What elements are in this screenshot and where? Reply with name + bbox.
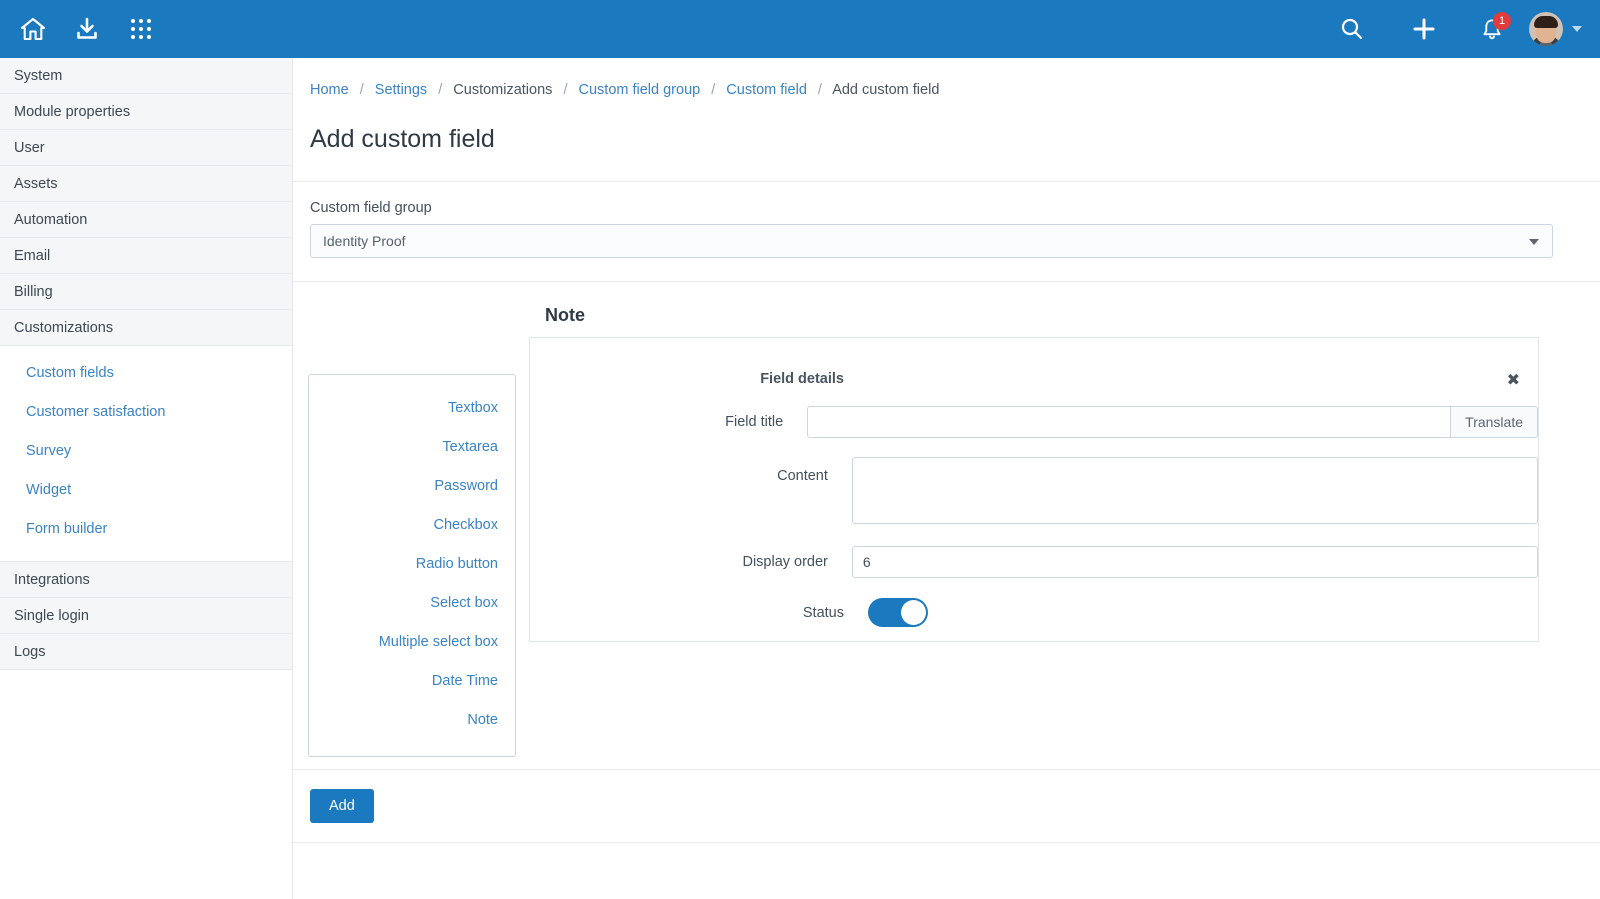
display-order-row: Display order <box>530 546 1538 578</box>
field-title-input[interactable] <box>807 406 1452 438</box>
close-icon[interactable]: ✖ <box>1507 373 1520 389</box>
sidebar: System Module properties User Assets Aut… <box>0 58 293 899</box>
field-type-radio-button[interactable]: Radio button <box>309 545 515 584</box>
toggle-knob <box>901 600 926 625</box>
field-type-textbox[interactable]: Textbox <box>309 389 515 428</box>
field-title-input-group: Translate <box>807 406 1538 438</box>
content-textarea[interactable] <box>851 457 1538 524</box>
breadcrumb-settings[interactable]: Settings <box>375 82 427 98</box>
custom-field-group-value: Identity Proof <box>323 233 406 249</box>
footer-actions: Add <box>293 770 1600 823</box>
main-content: Home / Settings / Customizations / Custo… <box>293 58 1600 899</box>
search-icon[interactable] <box>1325 0 1379 58</box>
apps-grid-icon[interactable] <box>114 0 168 58</box>
download-icon[interactable] <box>60 0 114 58</box>
status-label: Status <box>802 605 844 621</box>
sidebar-item-assets[interactable]: Assets <box>0 166 292 202</box>
chevron-down-icon <box>1529 239 1539 245</box>
field-title-row: Field title Translate <box>530 406 1538 438</box>
breadcrumb-separator: / <box>817 82 822 98</box>
status-row: Status <box>530 598 1538 627</box>
breadcrumb: Home / Settings / Customizations / Custo… <box>293 58 1600 98</box>
field-type-list: Textbox Textarea Password Checkbox Radio… <box>308 374 516 757</box>
sidebar-item-user[interactable]: User <box>0 130 292 166</box>
custom-field-group-label: Custom field group <box>310 200 432 216</box>
sidebar-item-integrations[interactable]: Integrations <box>0 562 292 598</box>
sidebar-item-single-login[interactable]: Single login <box>0 598 292 634</box>
sidebar-item-survey[interactable]: Survey <box>0 432 292 471</box>
breadcrumb-separator: / <box>438 82 443 98</box>
field-type-textarea[interactable]: Textarea <box>309 428 515 467</box>
translate-button[interactable]: Translate <box>1451 406 1538 438</box>
display-order-label: Display order <box>742 554 828 570</box>
sidebar-item-customizations[interactable]: Customizations <box>0 310 292 346</box>
note-panel: ✖ Field details Field title Translate Co… <box>529 337 1539 642</box>
plus-icon[interactable] <box>1397 0 1451 58</box>
sidebar-item-form-builder[interactable]: Form builder <box>0 510 292 549</box>
user-menu[interactable] <box>1529 12 1582 46</box>
breadcrumb-separator: / <box>711 82 716 98</box>
sidebar-item-custom-fields[interactable]: Custom fields <box>0 354 292 393</box>
divider <box>293 842 1600 843</box>
breadcrumb-separator: / <box>359 82 364 98</box>
breadcrumb-current: Add custom field <box>832 82 940 98</box>
sidebar-item-logs[interactable]: Logs <box>0 634 292 670</box>
custom-field-group-select[interactable]: Identity Proof <box>310 224 1553 258</box>
field-title-label: Field title <box>725 414 784 430</box>
sidebar-item-billing[interactable]: Billing <box>0 274 292 310</box>
topbar-left-icons <box>0 0 168 58</box>
notification-badge: 1 <box>1493 12 1511 30</box>
breadcrumb-custom-field-group[interactable]: Custom field group <box>579 82 701 98</box>
breadcrumb-customizations: Customizations <box>453 82 553 98</box>
home-icon[interactable] <box>6 0 60 58</box>
field-details-label: Field details <box>760 371 844 387</box>
page-title: Add custom field <box>310 125 495 153</box>
add-button[interactable]: Add <box>310 789 374 823</box>
sidebar-item-customer-satisfaction[interactable]: Customer satisfaction <box>0 393 292 432</box>
sidebar-submenu-customizations: Custom fields Customer satisfaction Surv… <box>0 346 292 562</box>
field-type-password[interactable]: Password <box>309 467 515 506</box>
field-type-checkbox[interactable]: Checkbox <box>309 506 515 545</box>
note-panel-heading: Note <box>545 305 585 325</box>
sidebar-item-module-properties[interactable]: Module properties <box>0 94 292 130</box>
field-details-row: Field details <box>530 371 1538 387</box>
status-toggle[interactable] <box>868 598 928 627</box>
notifications-button[interactable]: 1 <box>1469 0 1515 58</box>
breadcrumb-home[interactable]: Home <box>310 82 349 98</box>
avatar <box>1529 12 1563 46</box>
breadcrumb-separator: / <box>563 82 568 98</box>
sidebar-item-automation[interactable]: Automation <box>0 202 292 238</box>
custom-field-group-block: Custom field group Identity Proof <box>293 182 1600 258</box>
top-navigation-bar: 1 <box>0 0 1600 58</box>
sidebar-item-system[interactable]: System <box>0 58 292 94</box>
field-type-multiple-select-box[interactable]: Multiple select box <box>309 623 515 662</box>
sidebar-item-email[interactable]: Email <box>0 238 292 274</box>
content-label: Content <box>777 468 828 484</box>
display-order-input[interactable] <box>851 546 1538 578</box>
field-type-select-box[interactable]: Select box <box>309 584 515 623</box>
breadcrumb-custom-field[interactable]: Custom field <box>726 82 807 98</box>
field-type-note[interactable]: Note <box>309 701 515 740</box>
topbar-right-icons: 1 <box>1325 0 1600 58</box>
field-type-date-time[interactable]: Date Time <box>309 662 515 701</box>
sidebar-item-widget[interactable]: Widget <box>0 471 292 510</box>
field-builder-area: Textbox Textarea Password Checkbox Radio… <box>293 282 1600 769</box>
content-row: Content <box>530 457 1538 524</box>
chevron-down-icon <box>1572 26 1582 32</box>
